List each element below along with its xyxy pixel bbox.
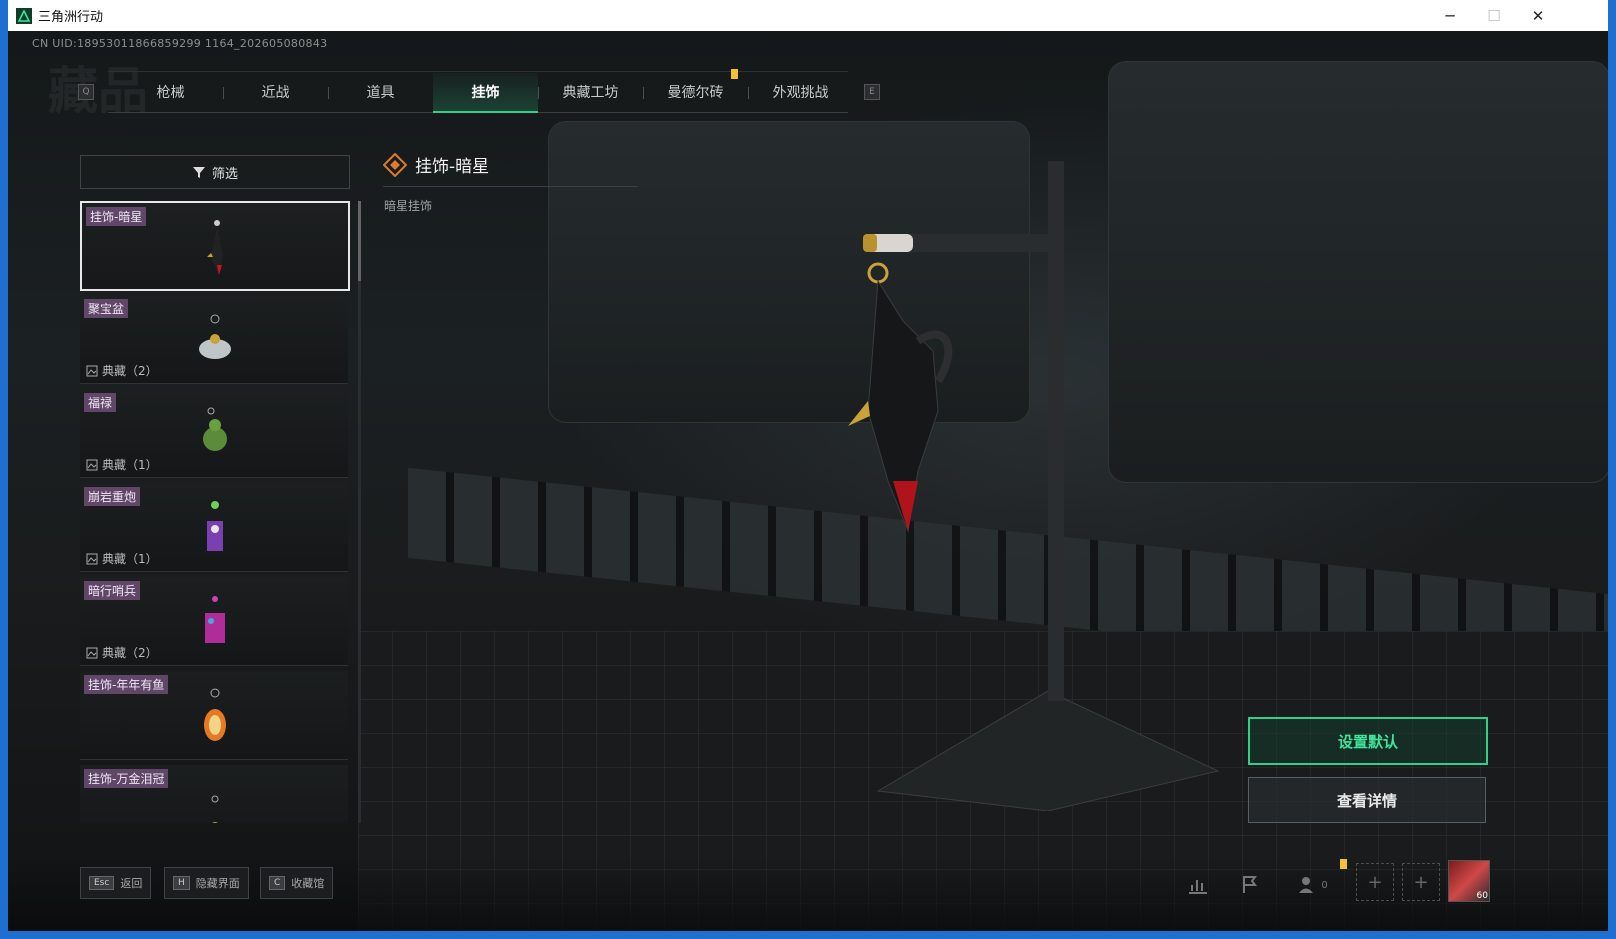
player-level: 60 — [1476, 891, 1488, 901]
hint-label: 收藏馆 — [291, 877, 325, 890]
tab-charms[interactable]: 挂饰 — [433, 73, 538, 113]
team-slot-empty[interactable]: + — [1356, 863, 1394, 901]
item-thumbnail — [204, 688, 226, 741]
hint-label: 返回 — [120, 877, 143, 890]
collection-icon — [86, 647, 98, 658]
item-name: 福禄 — [84, 393, 117, 412]
item-name: 挂饰-年年有鱼 — [84, 675, 169, 694]
maximize-button[interactable]: ☐ — [1472, 0, 1516, 31]
minimize-button[interactable]: ─ — [1428, 0, 1472, 31]
tab-next-key[interactable]: E — [864, 84, 880, 100]
set-default-button[interactable]: 设置默认 — [1248, 717, 1488, 765]
app-logo-icon — [16, 7, 32, 24]
view-details-button[interactable]: 查看详情 — [1248, 777, 1486, 823]
rarity-diamond-icon — [383, 152, 407, 177]
friends-notification-badge — [1340, 859, 1347, 869]
collection-count: 典藏（1） — [86, 550, 158, 567]
item-thumbnail — [199, 314, 231, 359]
tab-appearance-challenge[interactable]: 外观挑战 — [748, 73, 853, 111]
detail-title: 挂饰-暗星 — [415, 157, 490, 177]
friends-icon — [1299, 877, 1314, 893]
item-thumbnail — [207, 501, 223, 551]
tab-notification-badge — [731, 69, 738, 79]
collection-label: 典藏（2） — [102, 646, 158, 660]
team-slot-empty[interactable]: + — [1402, 863, 1440, 901]
hint-key: H — [173, 876, 190, 890]
hint-key: C — [269, 876, 286, 890]
hint-key: Esc — [89, 876, 115, 890]
collection-count: 典藏（1） — [86, 456, 158, 473]
list-item[interactable]: 挂饰-年年有鱼 — [80, 671, 348, 760]
item-thumbnail — [207, 220, 223, 275]
close-button[interactable]: ✕ — [1516, 0, 1560, 31]
item-thumbnail — [211, 795, 219, 823]
charm-list: 挂饰-暗星 聚宝盆 典藏（2） 福禄 典藏（1） 崩岩重炮 典藏（1） 暗行哨兵… — [80, 201, 350, 823]
title-bar: 三角洲行动 ─ ☐ ✕ — [8, 0, 1608, 31]
list-item[interactable]: 挂饰-暗星 — [80, 201, 350, 291]
collection-count: 典藏（2） — [86, 644, 158, 661]
filter-icon — [192, 167, 205, 178]
detail-heading: 挂饰-暗星 — [383, 152, 489, 177]
hide-ui-hint[interactable]: H 隐藏界面 — [164, 867, 249, 899]
collection-icon — [86, 459, 98, 470]
collection-hall-hint[interactable]: C 收藏馆 — [260, 867, 334, 899]
item-name: 聚宝盆 — [84, 299, 129, 318]
tab-prev-key[interactable]: Q — [78, 84, 94, 100]
item-name: 挂饰-万金泪冠 — [84, 769, 169, 788]
item-name: 暗行哨兵 — [84, 581, 141, 600]
player-avatar[interactable]: 60 — [1448, 860, 1490, 902]
list-item[interactable]: 聚宝盆 典藏（2） — [80, 295, 348, 384]
list-item[interactable]: 崩岩重炮 典藏（1） — [80, 483, 348, 572]
game-window: 三角洲行动 ─ ☐ ✕ 藏品 CN UID:18953011866859299 … — [8, 0, 1608, 931]
window-title: 三角洲行动 — [38, 10, 104, 25]
list-scrollbar[interactable] — [358, 201, 361, 281]
item-name: 崩岩重炮 — [84, 487, 141, 506]
esc-back-hint[interactable]: Esc 返回 — [80, 867, 152, 899]
item-thumbnail — [203, 407, 227, 451]
friends-count: 0 — [1321, 879, 1328, 891]
stats-icon[interactable] — [1178, 867, 1218, 903]
detail-description: 暗星挂饰 — [384, 199, 433, 213]
item-name: 挂饰-暗星 — [86, 207, 147, 226]
item-thumbnail — [205, 596, 225, 643]
player-uid: CN UID:18953011866859299 1164_2026050808… — [32, 37, 328, 50]
tab-melee[interactable]: 近战 — [223, 73, 328, 111]
game-viewport: 藏品 CN UID:18953011866859299 1164_2026050… — [8, 31, 1608, 931]
list-scroll-track[interactable] — [358, 201, 361, 823]
tab-firearms[interactable]: 枪械 — [118, 73, 223, 111]
list-item[interactable]: 暗行哨兵 典藏（2） — [80, 577, 348, 666]
detail-divider — [383, 186, 638, 187]
collection-icon — [86, 365, 98, 376]
hint-label: 隐藏界面 — [195, 877, 240, 890]
filter-button[interactable]: 筛选 — [80, 155, 350, 189]
tabs: 枪械 近战 道具 挂饰 典藏工坊 曼德尔砖 外观挑战 — [118, 73, 853, 113]
collection-label: 典藏（2） — [102, 364, 158, 378]
tab-items[interactable]: 道具 — [328, 73, 433, 111]
collection-label: 典藏（1） — [102, 458, 158, 472]
collection-count: 典藏（2） — [86, 362, 158, 379]
filter-label: 筛选 — [211, 166, 238, 182]
flag-icon[interactable] — [1230, 867, 1270, 903]
friends-button[interactable]: 0 — [1288, 867, 1338, 903]
collection-label: 典藏（1） — [102, 552, 158, 566]
charm-display-stand — [848, 161, 1220, 811]
tab-collection-workshop[interactable]: 典藏工坊 — [538, 73, 643, 111]
list-item[interactable]: 福禄 典藏（1） — [80, 389, 348, 478]
collection-icon — [86, 553, 98, 564]
list-item[interactable]: 挂饰-万金泪冠 — [80, 765, 348, 823]
